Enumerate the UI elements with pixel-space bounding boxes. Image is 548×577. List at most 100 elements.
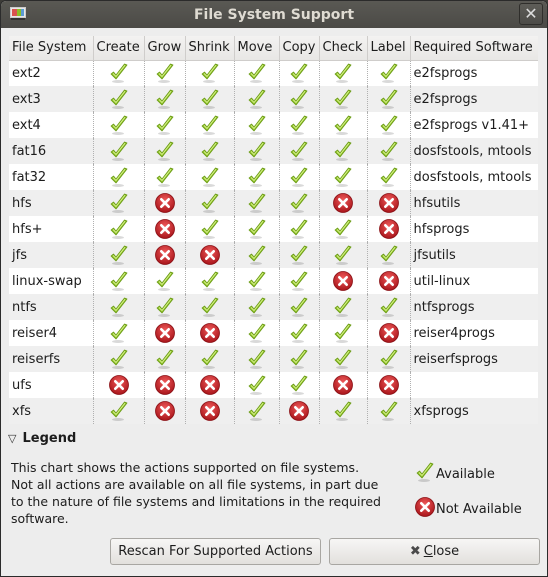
check-icon [288, 297, 310, 317]
check-icon [246, 401, 268, 421]
check-icon [154, 297, 176, 317]
cell-label [366, 86, 410, 112]
table-row[interactable]: ext3 e2fsprogs [9, 86, 538, 112]
check-icon [108, 193, 130, 213]
table-row[interactable]: xfs xfsprogs [9, 398, 538, 424]
triangle-down-icon: ▽ [8, 432, 17, 445]
cell-check [318, 190, 367, 216]
check-icon [332, 297, 354, 317]
check-icon [246, 63, 268, 84]
cell-grow [143, 372, 185, 398]
column-header-required-software[interactable]: Required Software [410, 36, 538, 61]
cell-create [92, 112, 144, 138]
check-icon [246, 115, 268, 135]
close-button[interactable]: ✖ Close [329, 538, 540, 565]
check-icon [199, 349, 221, 369]
cell-copy [278, 268, 319, 294]
column-header-file-system[interactable]: File System [9, 36, 94, 61]
check-icon [108, 63, 130, 84]
cell-label [366, 60, 410, 86]
table-row[interactable]: reiserfs reiserfsprogs [9, 346, 538, 372]
table-row[interactable]: jfs jfsutils [9, 242, 538, 268]
legend-expander[interactable]: ▽ Legend [8, 431, 76, 446]
cell-required-software: reiserfsprogs [409, 346, 538, 372]
column-header-create[interactable]: Create [93, 36, 145, 61]
cell-create [92, 268, 144, 294]
cell-grow [143, 216, 185, 242]
cell-create [92, 398, 144, 424]
table-row[interactable]: ufs [9, 372, 538, 398]
cell-check [318, 346, 367, 372]
column-header-grow[interactable]: Grow [144, 36, 186, 61]
check-icon [246, 167, 268, 187]
cell-file-system: hfs [9, 190, 93, 216]
cell-file-system: linux-swap [12, 273, 82, 289]
cell-shrink [184, 320, 234, 346]
check-icon [288, 271, 310, 291]
check-icon [108, 141, 130, 161]
table-row[interactable]: ext4 e2fsprogs v1.41+ [9, 112, 538, 138]
legend-not-available: Not Available [414, 497, 522, 521]
cell-grow [143, 268, 185, 294]
check-icon [288, 375, 310, 395]
table-row[interactable]: reiser4 reiser4progs [9, 320, 538, 346]
cell-file-system: reiser4 [12, 325, 58, 341]
cell-grow [143, 294, 185, 320]
cell-grow [143, 398, 185, 424]
cell-move [233, 242, 279, 268]
check-icon [199, 297, 221, 317]
table-row[interactable]: hfs+ hfsprogs [9, 216, 538, 242]
check-icon [378, 63, 400, 84]
cell-shrink [184, 216, 234, 242]
table-header-row: File System Create Grow Shrink Move Copy… [9, 36, 538, 61]
cell-shrink [184, 346, 234, 372]
table-row[interactable]: ext2 e2fsprogs [9, 60, 538, 86]
table-row[interactable]: linux-swap util-linux [9, 268, 538, 294]
cross-icon [378, 271, 400, 291]
cell-copy [278, 112, 319, 138]
cell-copy [278, 242, 319, 268]
table-row[interactable]: hfs hfsutils [9, 190, 538, 216]
cross-icon [332, 375, 354, 395]
check-icon [332, 349, 354, 369]
cell-grow [143, 60, 185, 86]
column-header-check[interactable]: Check [319, 36, 368, 61]
title-bar[interactable]: File System Support ✕ [1, 1, 547, 28]
check-icon [288, 193, 310, 213]
cell-check [318, 60, 367, 86]
cell-copy [278, 398, 319, 424]
cell-shrink [184, 60, 234, 86]
cell-grow [143, 112, 185, 138]
check-icon [378, 349, 400, 369]
column-header-shrink[interactable]: Shrink [185, 36, 235, 61]
cell-label [366, 138, 410, 164]
table-row[interactable]: ntfs ntfsprogs [9, 294, 538, 320]
rescan-button[interactable]: Rescan For Supported Actions [110, 538, 321, 565]
check-icon [246, 141, 268, 161]
cell-label [366, 242, 410, 268]
column-header-copy[interactable]: Copy [279, 36, 320, 61]
cross-icon [288, 401, 310, 421]
cell-check [318, 372, 367, 398]
cell-copy [278, 86, 319, 112]
column-header-move[interactable]: Move [234, 36, 280, 61]
cell-shrink [184, 242, 234, 268]
cell-file-system: ext4 [12, 117, 41, 133]
cell-required-software: jfsutils [409, 242, 538, 268]
check-icon [154, 271, 176, 291]
cell-move [233, 190, 279, 216]
cell-required-software: dosfstools, mtools [409, 164, 538, 190]
close-icon: ✖ [409, 544, 421, 559]
cell-label [366, 372, 410, 398]
close-icon[interactable]: ✕ [519, 3, 543, 25]
column-header-label[interactable]: Label [367, 36, 411, 61]
cell-copy [278, 372, 319, 398]
check-icon [246, 193, 268, 213]
cell-create [92, 216, 144, 242]
cell-grow [143, 86, 185, 112]
check-icon [246, 323, 268, 343]
table-row[interactable]: fat16 dosfstools, mtools [9, 138, 538, 164]
table-row[interactable]: fat32 dosfstools, mtools [9, 164, 538, 190]
cross-icon [108, 375, 130, 395]
cell-file-system: jfs [9, 242, 93, 268]
